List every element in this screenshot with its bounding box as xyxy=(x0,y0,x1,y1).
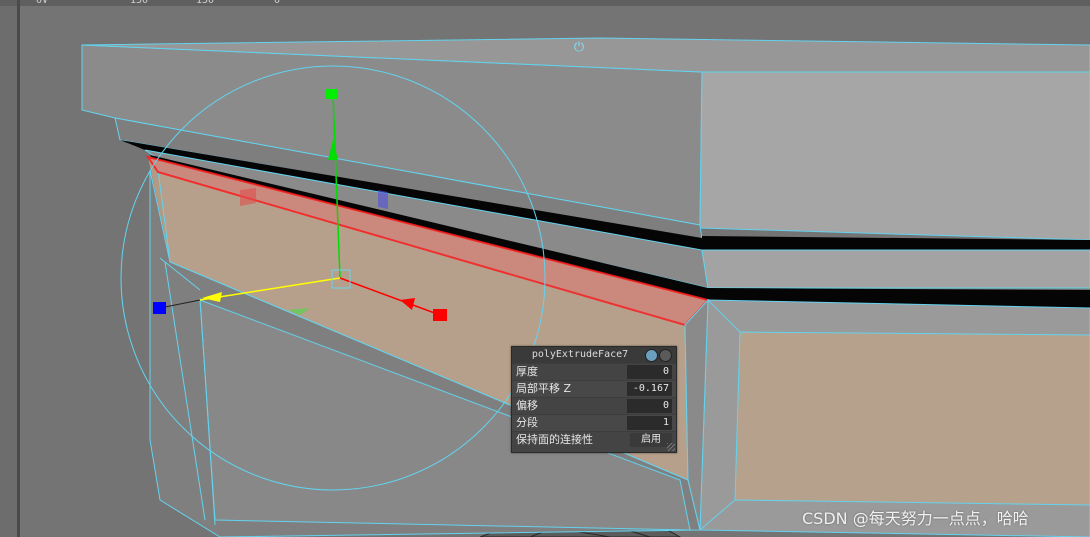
panel-title-text: polyExtrudeFace7 xyxy=(531,349,629,360)
attr-label: 厚度 xyxy=(516,365,538,378)
attr-row-local-translate-z[interactable]: 局部平移 Z -0.167 xyxy=(512,380,676,397)
middle-band-right xyxy=(701,249,1090,289)
viewport-divider xyxy=(17,0,20,537)
right-drawer-face xyxy=(734,331,1090,506)
attr-row-thickness[interactable]: 厚度 0 xyxy=(512,363,676,380)
viewport-hud-readout: 0∨ 150 150 0 xyxy=(0,0,1090,6)
watermark-text: CSDN @每天努力一点点，哈哈 xyxy=(802,509,1029,528)
attr-value-field[interactable]: -0.167 xyxy=(627,382,672,396)
attr-label: 偏移 xyxy=(516,399,538,412)
attribute-editor-icon[interactable] xyxy=(645,349,658,362)
attr-value-field[interactable]: 0 xyxy=(627,365,672,379)
attr-value-field[interactable]: 0 xyxy=(627,399,672,413)
hud-value: 150 xyxy=(196,0,215,6)
3d-viewport[interactable]: 0∨ 150 150 0 ⏻ polyExtrudeFace7 厚度 0 局部平… xyxy=(0,0,1090,537)
hud-value: 0 xyxy=(274,0,281,6)
poly-extrude-panel[interactable]: polyExtrudeFace7 厚度 0 局部平移 Z -0.167 偏移 0… xyxy=(511,346,677,453)
close-icon[interactable] xyxy=(659,349,672,362)
panel-title: polyExtrudeFace7 xyxy=(512,347,676,363)
hud-value: 150 xyxy=(130,0,149,6)
attr-row-offset[interactable]: 偏移 0 xyxy=(512,397,676,414)
resize-grip-icon[interactable] xyxy=(667,443,675,451)
attr-row-keep-faces-together[interactable]: 保持面的连接性 启用 xyxy=(512,431,676,448)
attr-value-field[interactable]: 1 xyxy=(627,416,672,430)
attr-row-divisions[interactable]: 分段 1 xyxy=(512,414,676,431)
right-block-front xyxy=(699,71,1090,241)
hud-value: 0∨ xyxy=(36,0,49,6)
scene-canvas[interactable] xyxy=(0,0,1090,537)
attr-toggle-field[interactable]: 启用 xyxy=(630,433,672,447)
attr-label: 局部平移 Z xyxy=(516,382,572,395)
attr-label: 保持面的连接性 xyxy=(516,433,593,446)
pivot-ring-icon[interactable]: ⏻ xyxy=(572,41,586,55)
attr-label: 分段 xyxy=(516,416,538,429)
